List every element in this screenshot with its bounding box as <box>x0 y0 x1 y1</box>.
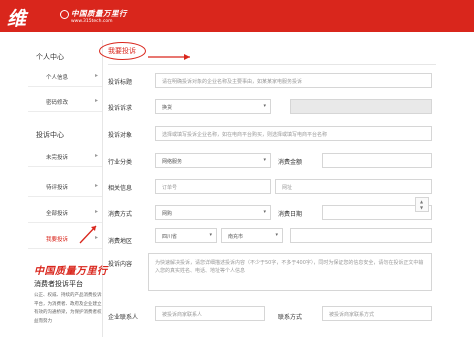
sidebar-item-label: 密码修改 <box>46 100 69 106</box>
complaint-object-input[interactable]: 选择或填写投诉企业名称，如在电商平台购买，则选择或填写电商平台名称 <box>155 126 432 141</box>
spin-up-icon[interactable]: ▲ <box>420 199 423 204</box>
sidebar-item-submit-complaint[interactable]: 我要投诉 ▸ <box>28 229 102 249</box>
content-divider <box>108 64 436 65</box>
city-select[interactable]: 南充市 ▾ <box>221 228 283 243</box>
province-select[interactable]: 四川省 ▾ <box>155 228 217 243</box>
city-value: 南充市 <box>228 234 244 240</box>
logo-char: 维 <box>7 8 27 30</box>
chevron-down-icon: ▾ <box>275 232 278 238</box>
promo-logo: 中国质量万里行 <box>34 266 108 277</box>
promo-text: 公正、权威、持续的产品消费投诉平台，为消费者、政府及企业建立有效的沟通桥梁，为保… <box>34 293 102 324</box>
sidebar-item-unfinished[interactable]: 未完投诉 ▸ <box>28 147 102 167</box>
contact-method-input[interactable]: 被投诉商家联系方式 <box>322 306 432 321</box>
purchase-method-label: 消费方式 <box>108 211 133 218</box>
sidebar-item-label: 全部投诉 <box>46 211 69 217</box>
chevron-down-icon: ▾ <box>263 157 266 163</box>
brand-name: 中国质量万里行 <box>71 9 127 18</box>
sidebar-item-password[interactable]: 密码修改 ▸ <box>28 92 102 112</box>
company-contact-label: 企业联系人 <box>108 314 139 321</box>
purchase-method-value: 网购 <box>162 211 173 217</box>
complaint-content-label: 投诉内容 <box>108 261 133 268</box>
sidebar-divider <box>102 40 103 337</box>
chevron-right-icon: ▸ <box>94 234 98 241</box>
chevron-right-icon: ▸ <box>94 208 98 215</box>
sidebar-item-to-review[interactable]: 待评投诉 ▸ <box>28 177 102 197</box>
complaint-title-input[interactable]: 请在明确投诉对象的企业名称及主要事由，如某某家电服务投诉 <box>155 73 432 88</box>
sidebar-item-all[interactable]: 全部投诉 ▸ <box>28 203 102 223</box>
amount-label: 消费金额 <box>278 159 303 166</box>
industry-label: 行业分类 <box>108 159 133 166</box>
chevron-down-icon: ▾ <box>209 232 212 238</box>
annotation-arrow-tab <box>148 54 190 60</box>
promo-title: 消费者投诉平台 <box>34 280 83 288</box>
order-number-input[interactable]: 订单号 <box>155 179 271 194</box>
chevron-right-icon: ▸ <box>94 182 98 189</box>
header: 维 中国质量万里行 www.315tech.com <box>0 0 474 32</box>
date-spinner[interactable]: ▲ ▼ <box>415 197 429 212</box>
chevron-down-icon: ▾ <box>263 209 266 215</box>
purchase-date-label: 消费日期 <box>278 211 303 218</box>
company-contact-input[interactable]: 被投诉商家联系人 <box>155 306 265 321</box>
purchase-method-select[interactable]: 网购 ▾ <box>155 205 271 220</box>
address-input[interactable] <box>290 228 432 243</box>
url-input[interactable]: 网址 <box>275 179 432 194</box>
complaint-title-label: 投诉标题 <box>108 79 133 86</box>
amount-input[interactable] <box>322 153 432 168</box>
spin-down-icon[interactable]: ▼ <box>420 205 423 210</box>
demand-value: 换货 <box>162 105 173 111</box>
sidebar-item-label: 未完投诉 <box>46 155 69 161</box>
sidebar-item-label: 个人信息 <box>46 75 69 81</box>
demand-label: 投诉诉求 <box>108 105 133 112</box>
chevron-down-icon: ▾ <box>263 103 266 109</box>
purchase-area-label: 消费地区 <box>108 238 133 245</box>
demand-select[interactable]: 换货 ▾ <box>155 99 271 114</box>
industry-value: 网络服务 <box>162 159 183 165</box>
demand-detail-field <box>290 99 432 114</box>
sidebar-item-profile[interactable]: 个人信息 ▸ <box>28 67 102 87</box>
sidebar-group-complaints: 投诉中心 <box>36 131 64 139</box>
chevron-right-icon: ▸ <box>94 97 98 104</box>
chevron-right-icon: ▸ <box>94 152 98 159</box>
complaint-object-label: 投诉对象 <box>108 132 133 139</box>
province-value: 四川省 <box>162 234 178 240</box>
chevron-right-icon: ▸ <box>94 72 98 79</box>
logo-emblem-icon <box>60 10 69 19</box>
sidebar-item-label: 我要投诉 <box>46 237 69 243</box>
related-info-label: 相关信息 <box>108 185 133 192</box>
brand-url: www.315tech.com <box>71 19 113 24</box>
sidebar-group-personal: 个人中心 <box>36 53 64 61</box>
tab-submit-complaint[interactable]: 我要投诉 <box>108 46 136 56</box>
complaint-content-textarea[interactable]: 为快速解决投诉，请您详细描述投诉内容（不少于50字，不多于400字），同时为保证… <box>148 253 432 291</box>
contact-method-label: 联系方式 <box>278 314 303 321</box>
industry-select[interactable]: 网络服务 ▾ <box>155 153 271 168</box>
sidebar-item-label: 待评投诉 <box>46 185 69 191</box>
